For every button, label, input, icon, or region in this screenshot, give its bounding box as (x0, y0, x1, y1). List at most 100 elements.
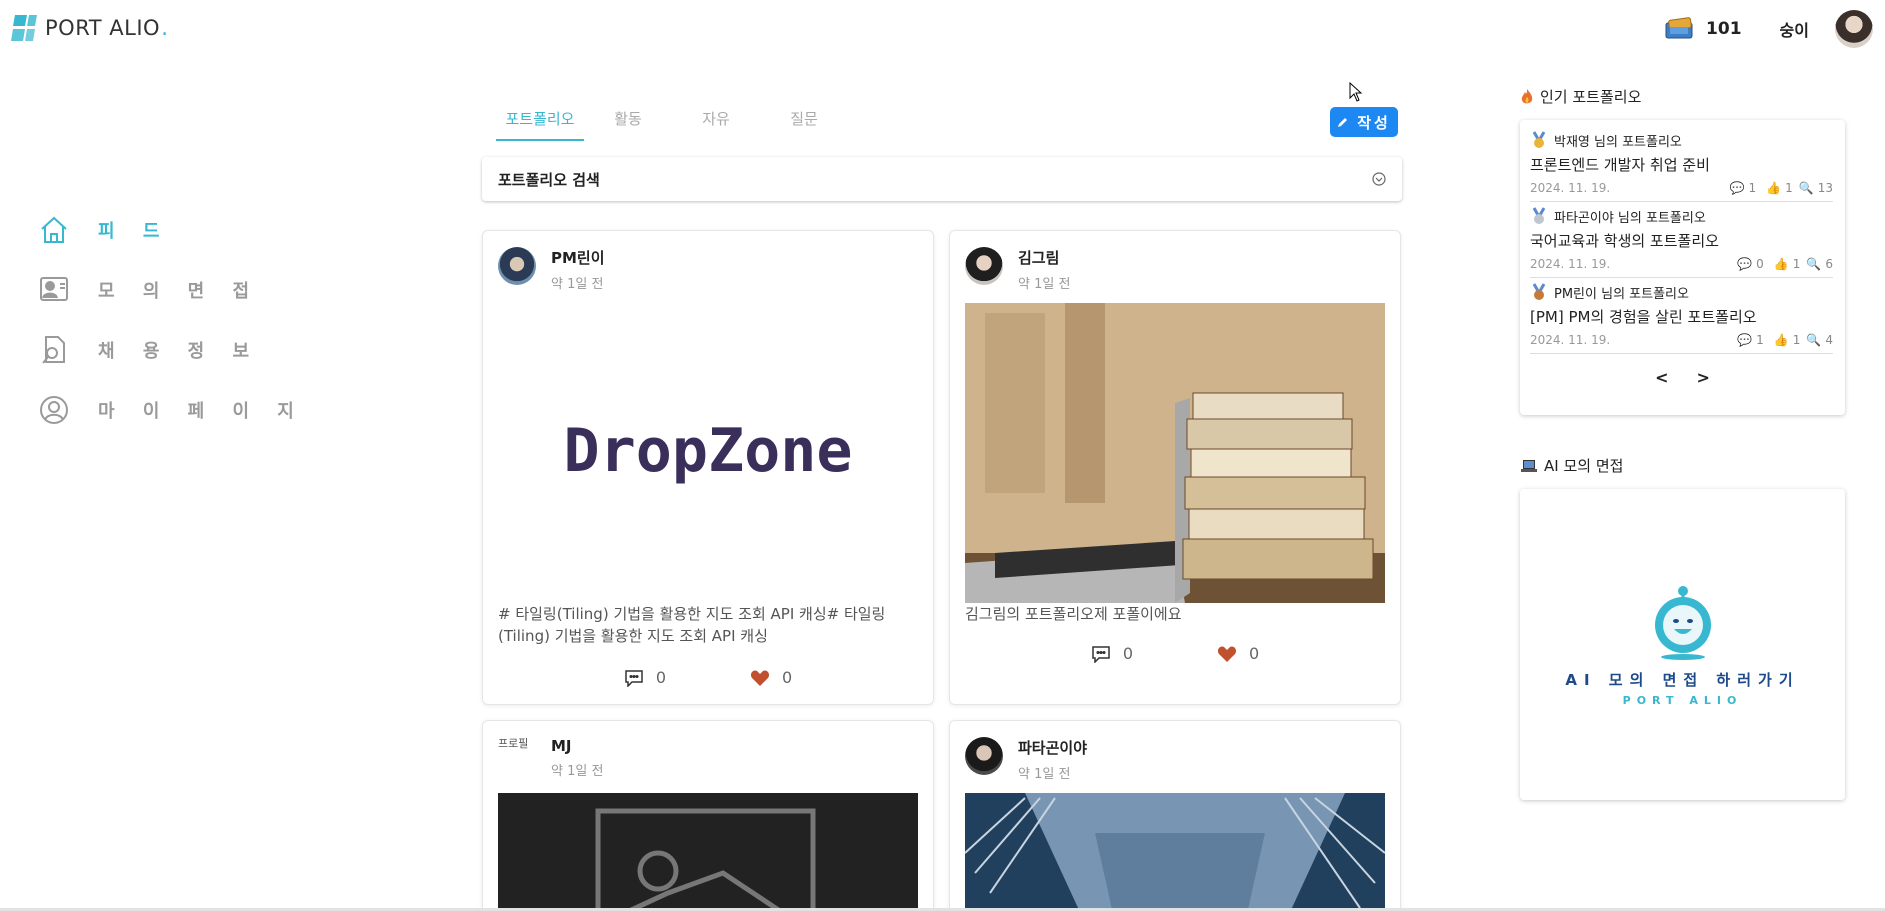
popular-likes: 1 (1785, 181, 1793, 195)
image-placeholder-icon (595, 808, 816, 911)
popular-views: 6 (1825, 257, 1833, 271)
ai-interview-subtitle: PORT ALIO (1622, 693, 1743, 707)
job-search-icon (42, 336, 65, 364)
popular-likes: 1 (1792, 257, 1801, 271)
feed-card[interactable]: 프로필 MJ 약 1일 전 (482, 720, 934, 911)
popular-comments: 1 (1748, 181, 1757, 195)
sidebar-item-label: 모 의 면 접 (98, 281, 261, 302)
popular-item-title: [PM] PM의 경험을 살린 포트폴리오 (1530, 308, 1757, 326)
popular-owner: 박재영 님의 포트폴리오 (1554, 134, 1682, 150)
robot-icon (1654, 585, 1711, 660)
username[interactable]: 숭이 (1780, 17, 1809, 41)
card-thumbnail[interactable] (965, 303, 1385, 603)
popular-item[interactable]: 파타곤이야 님의 포트폴리오 국어교육과 학생의 포트폴리오 2024. 11.… (1530, 206, 1833, 278)
card-thumbnail[interactable]: DropZone (498, 301, 918, 601)
sidebar-item-interview[interactable]: 모 의 면 접 (38, 260, 305, 320)
avatar (965, 247, 1003, 285)
tab-free[interactable]: 자유 (672, 108, 760, 141)
sidebar-item-label: 피 드 (98, 221, 171, 242)
comment-icon (1092, 645, 1110, 663)
feed-card[interactable]: 파타곤이야 약 1일 전 (949, 720, 1401, 911)
pencil-icon (1338, 118, 1348, 127)
comment-icon: 💬 (1737, 333, 1753, 347)
next-page-button[interactable]: > (1697, 368, 1710, 387)
logo[interactable]: PORT ALIO . (10, 14, 168, 42)
thumbs-up-icon: 👍 (1773, 333, 1789, 347)
views-icon: 🔍 (1798, 181, 1814, 195)
card-author[interactable]: 파타곤이야 약 1일 전 (965, 737, 1087, 782)
write-button-label: 작성 (1357, 113, 1391, 132)
coin-count: 101 (1706, 19, 1742, 39)
popular-comments: 0 (1756, 257, 1764, 271)
ai-interview-caption: AI 모의 면접 하러가기 (1565, 670, 1800, 689)
like-count[interactable]: 0 (750, 668, 792, 687)
user-icon (40, 396, 68, 424)
popular-date: 2024. 11. 19. (1530, 333, 1611, 347)
comment-count[interactable]: 0 (624, 668, 666, 687)
popular-likes: 1 (1792, 333, 1801, 347)
author-name: 김그림 (1018, 249, 1060, 267)
avatar[interactable] (1835, 10, 1873, 48)
circuit-board-image (965, 793, 1385, 911)
popular-date: 2024. 11. 19. (1530, 181, 1611, 195)
logo-dot: . (161, 15, 169, 41)
author-name: PM린이 (551, 249, 605, 267)
comment-count[interactable]: 0 (1091, 644, 1133, 663)
dropzone-logo-text: DropZone (564, 416, 853, 486)
popular-item-title: 프론트엔드 개발자 취업 준비 (1530, 156, 1710, 174)
chevron-down-icon[interactable] (1372, 172, 1386, 186)
ai-interview-banner[interactable]: AI 모의 면접 하러가기 PORT ALIO (1520, 489, 1845, 800)
like-count-value: 0 (782, 668, 793, 687)
prev-page-button[interactable]: < (1655, 368, 1668, 387)
portfolio-search[interactable]: 포트폴리오 검색 (482, 157, 1402, 201)
popular-title: 인기 포트폴리오 (1540, 88, 1642, 106)
post-time: 약 1일 전 (551, 764, 604, 779)
card-author[interactable]: PM린이 약 1일 전 (498, 247, 605, 292)
popular-item[interactable]: 박재영 님의 포트폴리오 프론트엔드 개발자 취업 준비 2024. 11. 1… (1530, 130, 1833, 202)
avatar-alt-text: 프로필 (498, 737, 529, 750)
post-time: 약 1일 전 (1018, 277, 1071, 292)
heart-icon (750, 670, 770, 686)
sidebar-item-label: 마 이 페 이 지 (98, 401, 305, 422)
sidebar-item-mypage[interactable]: 마 이 페 이 지 (38, 380, 305, 440)
logo-text: PORT ALIO (45, 16, 161, 40)
write-button[interactable]: 작성 (1330, 107, 1398, 137)
popular-item-title: 국어교육과 학생의 포트폴리오 (1530, 232, 1719, 250)
card-author[interactable]: 김그림 약 1일 전 (965, 247, 1070, 292)
comment-icon (625, 669, 643, 687)
like-count[interactable]: 0 (1217, 644, 1259, 663)
laptop-icon (1521, 459, 1537, 472)
feed-card[interactable]: 김그림 약 1일 전 김그림의 포트폴리오제 포폴이에요 0 0 (949, 230, 1401, 705)
gold-medal-icon (1532, 131, 1546, 148)
card-thumbnail[interactable] (965, 793, 1385, 911)
bronze-medal-icon (1532, 283, 1546, 300)
ticket-icon (1665, 17, 1693, 39)
card-description: 김그림의 포트폴리오제 포폴이에요 (965, 605, 1182, 623)
comment-icon: 💬 (1729, 181, 1745, 195)
comment-icon: 💬 (1737, 257, 1753, 271)
tab-activity[interactable]: 활동 (584, 108, 672, 141)
card-thumbnail[interactable] (498, 793, 918, 911)
feed-card[interactable]: PM린이 약 1일 전 DropZone # 타일링(Tiling) 기법을 활… (482, 230, 934, 705)
author-name: MJ (551, 737, 572, 755)
sidebar-item-jobs[interactable]: 채 용 정 보 (38, 320, 305, 380)
avatar (965, 737, 1003, 775)
tab-question[interactable]: 질문 (760, 108, 848, 141)
comment-count-value: 0 (655, 668, 666, 687)
popular-owner: 파타곤이야 님의 포트폴리오 (1554, 210, 1706, 226)
card-description: # 타일링(Tiling) 기법을 활용한 지도 조회 API 캐싱# 타일링(… (498, 605, 886, 645)
tab-portfolio[interactable]: 포트폴리오 (496, 108, 584, 141)
views-icon: 🔍 (1806, 257, 1822, 271)
thumbs-up-icon: 👍 (1766, 181, 1782, 195)
popular-item[interactable]: PM린이 님의 포트폴리오 [PM] PM의 경험을 살린 포트폴리오 2024… (1530, 282, 1833, 354)
avatar: 프로필 (498, 737, 536, 775)
card-author[interactable]: 프로필 MJ 약 1일 전 (498, 737, 603, 779)
sidebar-item-feed[interactable]: 피 드 (38, 200, 305, 260)
search-title: 포트폴리오 검색 (498, 170, 600, 189)
thumbs-up-icon: 👍 (1773, 257, 1789, 271)
comment-count-value: 0 (1122, 644, 1133, 663)
popular-views: 4 (1825, 333, 1833, 347)
sidebar-item-label: 채 용 정 보 (98, 341, 261, 362)
author-name: 파타곤이야 (1018, 739, 1088, 757)
heart-icon (1217, 646, 1237, 662)
